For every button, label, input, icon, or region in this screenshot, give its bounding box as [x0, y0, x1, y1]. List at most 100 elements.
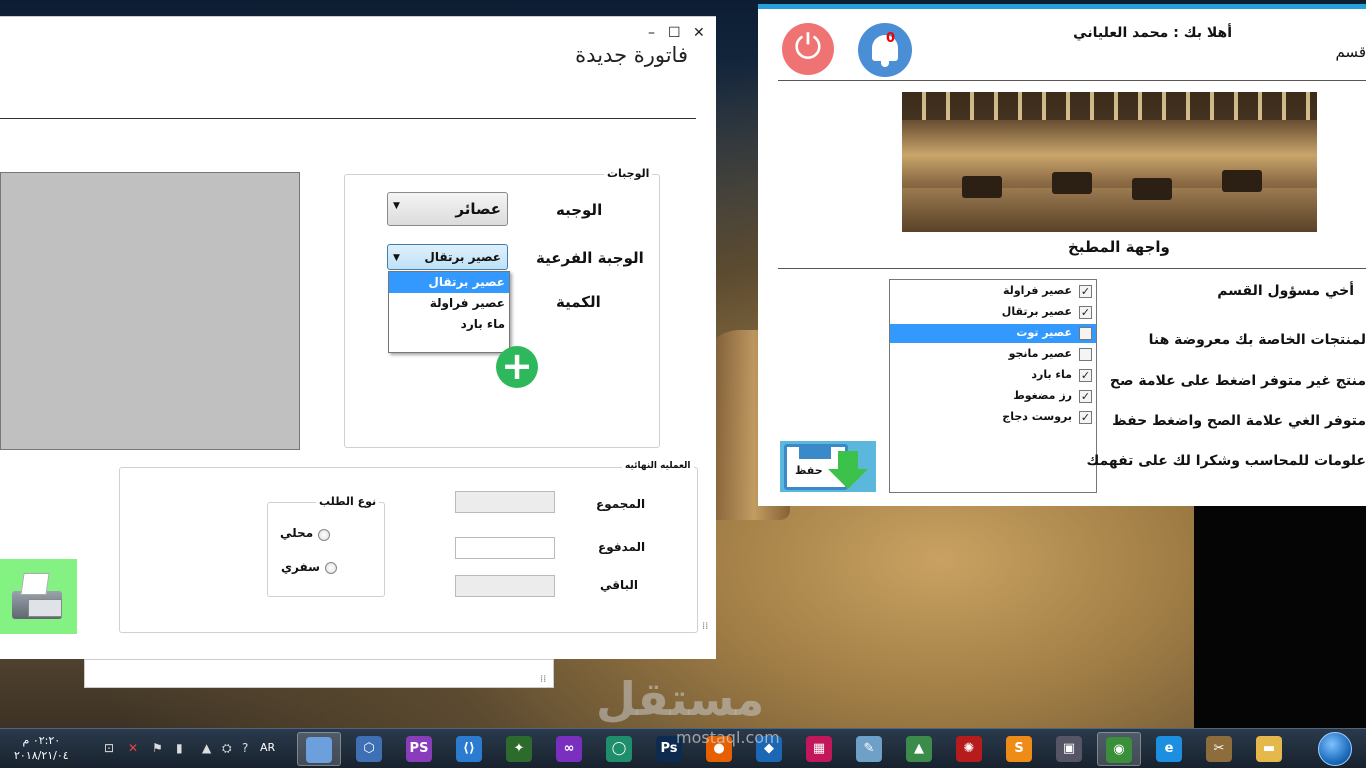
android-studio-icon: ▲ — [906, 736, 932, 762]
product-item[interactable]: رز مضغوط ✓ — [890, 387, 1096, 406]
takeaway-radio[interactable] — [325, 562, 337, 574]
resize-grip-icon[interactable]: ⁞⁞ — [540, 674, 546, 685]
folder-icon: ▬ — [1256, 736, 1282, 762]
taskbar-app-button[interactable]: S — [997, 732, 1041, 766]
photo-caption: واجهة المطبخ — [1068, 238, 1170, 256]
local-radio[interactable] — [318, 529, 330, 541]
tray-app-icon[interactable]: ⛭ — [222, 741, 232, 756]
checkbox[interactable]: ✓ — [1079, 306, 1092, 319]
final-group-legend: العمليه النهائيه — [622, 461, 694, 471]
desktop-black-area — [1194, 506, 1366, 728]
system-clock[interactable]: ٠٢:٢٠ م ٢٠١٨/٢١/٠٤ — [14, 733, 69, 763]
instruction-line: متوفر الغي علامة الصح واضغط حفظ — [1112, 413, 1366, 429]
instruction-heading: أخي مسؤول القسم — [1217, 283, 1354, 299]
taskbar-app-button[interactable]: ⬡ — [347, 732, 391, 766]
close-button[interactable]: ✕ — [693, 25, 705, 41]
dropdown-option[interactable]: عصير برتقال — [389, 272, 509, 293]
taskbar-app-button[interactable]: ✦ — [497, 732, 541, 766]
invoice-window: – ☐ ✕ فاتورة جديدة الوجبات الوجبه ▼ عصائ… — [0, 16, 716, 659]
layers-app-icon: ▦ — [806, 736, 832, 762]
ie-icon: e — [1156, 736, 1182, 762]
taskbar-app-button[interactable]: ▬ — [1247, 732, 1291, 766]
submeal-label: الوجبة الفرعية — [536, 249, 644, 267]
save-button[interactable]: حفظ — [780, 441, 876, 492]
language-indicator[interactable]: AR — [260, 741, 275, 754]
maximize-button[interactable]: ☐ — [668, 25, 681, 41]
paid-field[interactable] — [455, 537, 555, 559]
start-button[interactable] — [1318, 732, 1352, 766]
submeal-select[interactable]: ▼ عصير برتقال — [387, 244, 508, 270]
background-window-strip: ⁞⁞ — [84, 659, 554, 688]
taskbar-app-button[interactable]: ⟨⟩ — [447, 732, 491, 766]
gecko-icon: ✦ — [506, 736, 532, 762]
circle-app-icon: ◯ — [606, 736, 632, 762]
remaining-field — [455, 575, 555, 597]
taskbar-app-button[interactable]: ▣ — [1047, 732, 1091, 766]
taskbar-app-button[interactable]: ✎ — [847, 732, 891, 766]
taskbar-app-button[interactable]: ▲ — [897, 732, 941, 766]
battery-icon[interactable]: ▮ — [176, 741, 183, 755]
invoice-title: فاتورة جديدة — [575, 43, 688, 67]
network-icon[interactable]: ⊡ — [104, 741, 114, 755]
meal-select[interactable]: ▼ عصائر — [387, 192, 508, 226]
taskbar-app-button[interactable]: ∞ — [547, 732, 591, 766]
product-item[interactable]: عصير توت — [890, 324, 1096, 343]
product-item[interactable]: عصير فراولة ✓ — [890, 282, 1096, 301]
taskbar-app-button[interactable]: ✺ — [947, 732, 991, 766]
product-item[interactable]: ماء بارد ✓ — [890, 366, 1096, 385]
department-title: قسم — [1335, 43, 1366, 61]
checkbox[interactable]: ✓ — [1079, 285, 1092, 298]
taskbar-app-button[interactable]: ▦ — [797, 732, 841, 766]
product-item[interactable]: عصير مانجو — [890, 345, 1096, 364]
quantity-label: الكمية — [556, 293, 601, 311]
taskbar-app-button[interactable] — [297, 732, 341, 766]
minimize-button[interactable]: – — [648, 25, 655, 41]
dropdown-option[interactable]: ماء بارد — [389, 314, 509, 335]
visual-studio-icon: ∞ — [556, 736, 582, 762]
resize-grip-icon[interactable]: ⁞⁞ — [702, 621, 708, 632]
chevron-down-icon: ▼ — [393, 201, 400, 211]
kitchen-window: 0 أهلا بك : محمد العلياني قسم واجهة المط… — [758, 4, 1366, 506]
checkbox[interactable] — [1079, 327, 1092, 340]
chrome-icon: ◉ — [1106, 737, 1132, 763]
local-label: محلي — [280, 526, 314, 540]
tools-app-icon: ✂ — [1206, 736, 1232, 762]
submeal-dropdown-list: عصير برتقال عصير فراولة ماء بارد — [388, 271, 510, 353]
phpstorm-icon: PS — [406, 736, 432, 762]
taskbar-app-button[interactable]: PS — [397, 732, 441, 766]
checkbox[interactable]: ✓ — [1079, 390, 1092, 403]
print-button[interactable] — [0, 559, 77, 634]
flag-icon[interactable]: ⚑ — [152, 741, 163, 755]
chevron-down-icon: ▼ — [393, 253, 400, 263]
welcome-text: أهلا بك : محمد العلياني — [1073, 25, 1232, 41]
help-icon[interactable]: ? — [242, 741, 248, 755]
product-item[interactable]: بروست دجاج ✓ — [890, 408, 1096, 427]
total-label: المجموع — [596, 497, 646, 511]
download-arrow-icon — [838, 451, 858, 471]
meals-group-legend: الوجبات — [604, 167, 653, 180]
taskbar-app-button[interactable]: ◯ — [597, 732, 641, 766]
products-checklist: عصير فراولة ✓ عصير برتقال ✓ عصير توت عصير … — [889, 279, 1097, 493]
network-disconnected-icon[interactable]: ✕ — [128, 741, 138, 755]
checkbox[interactable] — [1079, 348, 1092, 361]
product-item[interactable]: عصير برتقال ✓ — [890, 303, 1096, 322]
checkbox[interactable]: ✓ — [1079, 411, 1092, 424]
order-type-legend: نوع الطلب — [316, 495, 380, 508]
hex-app-icon: ⬡ — [356, 736, 382, 762]
checkbox[interactable]: ✓ — [1079, 369, 1092, 382]
show-hidden-icons[interactable]: ▲ — [202, 741, 211, 755]
header-divider — [778, 80, 1366, 81]
notifications-button[interactable]: 0 — [858, 23, 912, 77]
instruction-line: منتج غير متوفر اضغط على علامة صح — [1109, 373, 1366, 389]
dropdown-option[interactable]: عصير فراولة — [389, 293, 509, 314]
add-item-button[interactable]: + — [496, 346, 538, 388]
camera-app-icon: ▣ — [1056, 736, 1082, 762]
power-button[interactable] — [782, 23, 834, 75]
taskbar-app-button[interactable]: ✂ — [1197, 732, 1241, 766]
invoice-preview-panel — [0, 172, 300, 450]
taskbar-app-button[interactable]: e — [1147, 732, 1191, 766]
taskbar-app-button[interactable]: ◉ — [1097, 732, 1141, 766]
meal-label: الوجبه — [556, 201, 603, 219]
title-divider — [0, 118, 696, 119]
remaining-label: الباقي — [600, 578, 639, 592]
